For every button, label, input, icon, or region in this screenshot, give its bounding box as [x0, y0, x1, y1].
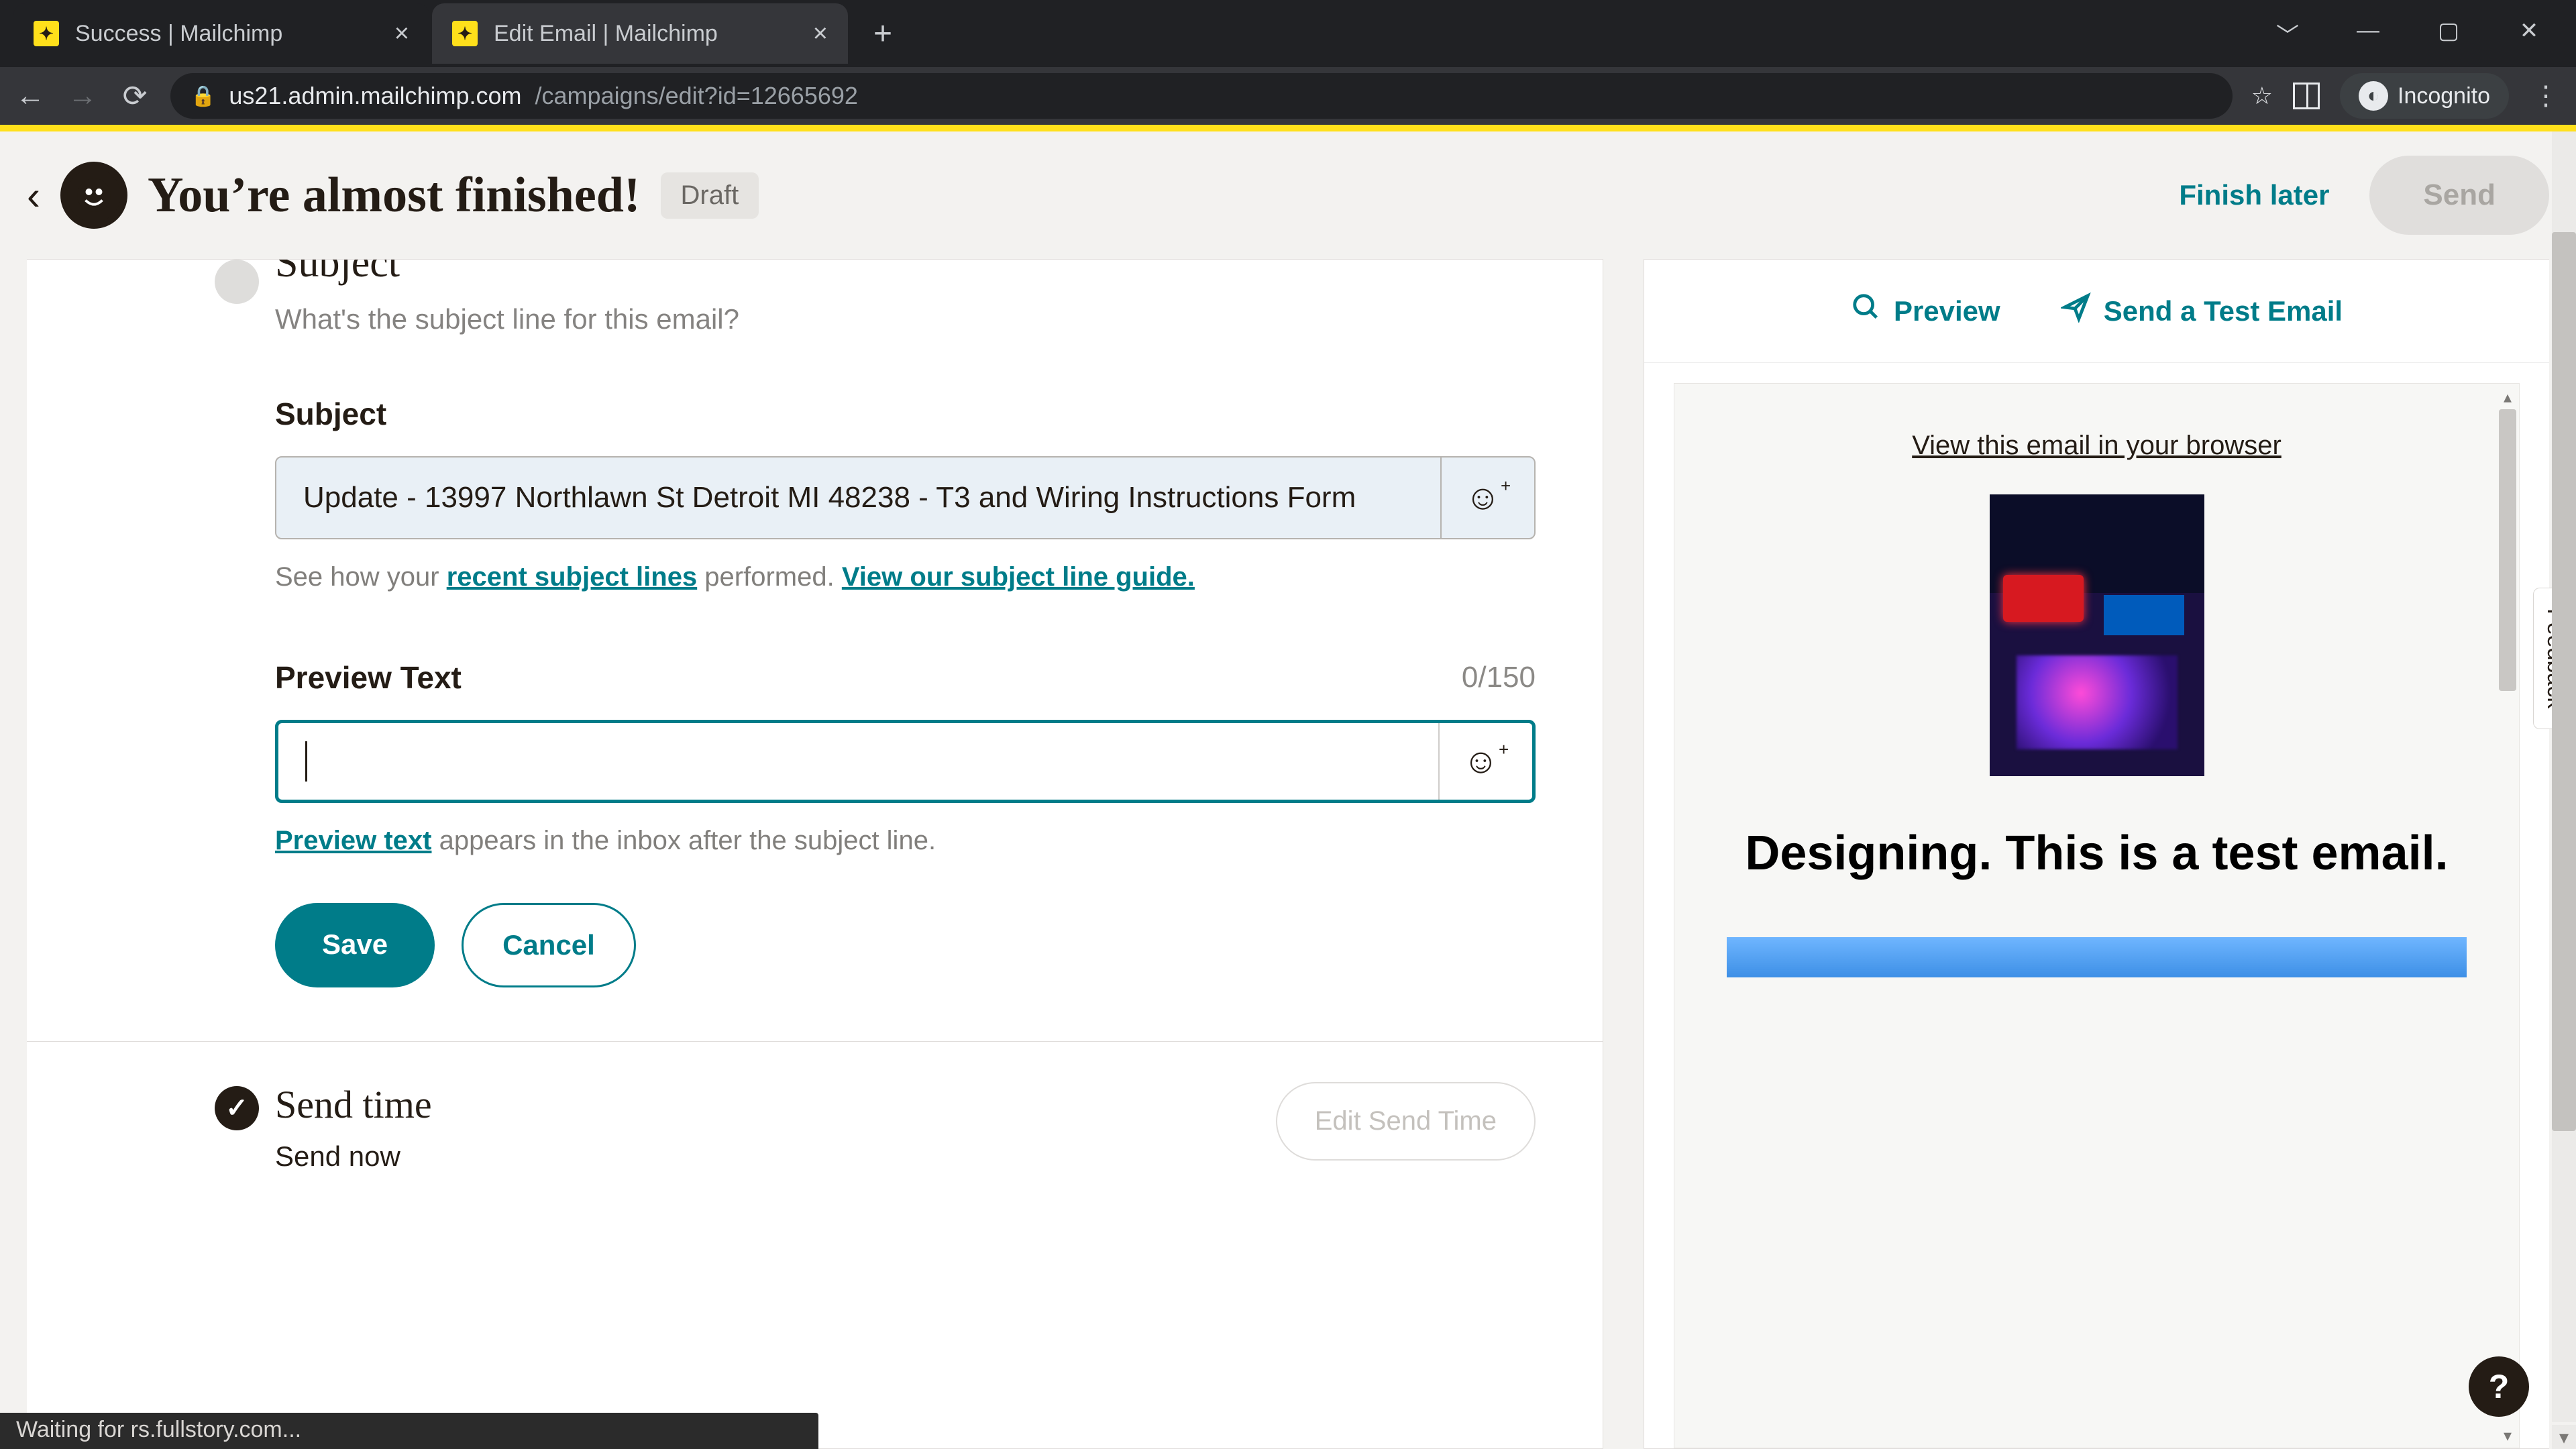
preview-text-counter: 0/150 — [1462, 661, 1536, 694]
preview-text-input-group: ☺︎+ — [275, 720, 1536, 803]
email-headline: Designing. This is a test email. — [1745, 823, 2448, 883]
save-button[interactable]: Save — [275, 903, 435, 987]
tab-title: Success | Mailchimp — [75, 21, 282, 47]
subject-line-guide-link[interactable]: View our subject line guide. — [842, 562, 1195, 592]
check-circle-icon: ✓ — [215, 1086, 259, 1130]
monkey-icon — [74, 175, 114, 215]
back-icon[interactable]: ← — [13, 79, 47, 113]
preview-text-label: Preview Text — [275, 659, 462, 696]
maximize-icon[interactable]: ▢ — [2428, 17, 2469, 50]
status-badge: Draft — [661, 172, 759, 219]
url-host: us21.admin.mailchimp.com — [229, 82, 521, 110]
subject-help: See how your recent subject lines perfor… — [275, 562, 1536, 592]
preview-text-input[interactable] — [278, 723, 1438, 800]
section-heading-subject: Subject — [275, 259, 1536, 287]
page-title: You’re almost finished! — [148, 167, 641, 224]
email-preview-frame[interactable]: ▴ ▾ View this email in your browser Desi… — [1674, 383, 2520, 1448]
mailchimp-logo[interactable] — [60, 162, 127, 229]
minimize-icon[interactable]: — — [2348, 17, 2388, 50]
email-hero-image — [1990, 494, 2204, 776]
paper-plane-icon — [2061, 292, 2092, 330]
section-heading-sendtime: Send time — [275, 1082, 432, 1127]
reload-icon[interactable]: ⟳ — [118, 79, 152, 113]
menu-icon[interactable]: ⋮ — [2529, 80, 2563, 111]
section-status-icon — [215, 260, 259, 304]
divider — [27, 1041, 1603, 1042]
subject-card: Subject What's the subject line for this… — [27, 259, 1603, 1449]
scroll-up-icon[interactable]: ▴ — [2499, 388, 2516, 405]
preview-panel: Preview Send a Test Email ▴ ▾ View this … — [1644, 259, 2549, 1449]
section-subheading: What's the subject line for this email? — [275, 303, 1536, 335]
subject-label: Subject — [275, 396, 1536, 432]
preview-scrollbar-thumb[interactable] — [2499, 409, 2516, 691]
browser-status-bar: Waiting for rs.fullstory.com... — [0, 1413, 818, 1449]
page-scrollbar-thumb[interactable] — [2552, 232, 2576, 1131]
chevron-down-icon[interactable]: ﹀ — [2267, 17, 2308, 50]
emoji-picker-button[interactable]: ☺︎+ — [1440, 458, 1534, 538]
preview-label: Preview — [1894, 295, 2000, 327]
help-fab[interactable]: ? — [2469, 1356, 2529, 1417]
lock-icon: 🔒 — [191, 85, 215, 108]
sendtime-value: Send now — [275, 1140, 432, 1173]
scroll-down-icon[interactable]: ▾ — [2552, 1425, 2576, 1449]
recent-subject-lines-link[interactable]: recent subject lines — [447, 562, 697, 592]
incognito-badge[interactable]: ◐ Incognito — [2340, 73, 2509, 119]
window-controls: ﹀ — ▢ ✕ — [2267, 17, 2563, 50]
incognito-label: Incognito — [2398, 83, 2490, 109]
subject-input-group: Update - 13997 Northlawn St Detroit MI 4… — [275, 456, 1536, 539]
send-button[interactable]: Send — [2369, 156, 2549, 235]
back-button[interactable]: ‹ — [27, 172, 40, 219]
mailchimp-favicon: ✦ — [34, 21, 59, 46]
sidepanel-icon[interactable] — [2293, 83, 2320, 109]
address-bar[interactable]: 🔒 us21.admin.mailchimp.com/campaigns/edi… — [170, 73, 2233, 119]
incognito-icon: ◐ — [2359, 81, 2388, 111]
forward-icon[interactable]: → — [66, 79, 99, 113]
close-icon[interactable]: × — [813, 19, 828, 48]
app-root: ‹ You’re almost finished! Draft Finish l… — [0, 125, 2576, 1449]
browser-tab-success[interactable]: ✦ Success | Mailchimp × — [13, 3, 429, 64]
app-header: ‹ You’re almost finished! Draft Finish l… — [0, 131, 2576, 259]
text-caret — [305, 741, 307, 782]
browser-tab-edit-email[interactable]: ✦ Edit Email | Mailchimp × — [432, 3, 848, 64]
help-text: performed. — [697, 562, 842, 592]
new-tab-button[interactable]: + — [863, 15, 903, 52]
brand-stripe — [0, 125, 2576, 131]
browser-toolbar: ← → ⟳ 🔒 us21.admin.mailchimp.com/campaig… — [0, 67, 2576, 125]
preview-button[interactable]: Preview — [1851, 292, 2000, 330]
email-banner-image — [1727, 937, 2467, 977]
search-icon — [1851, 292, 1882, 330]
browser-tabbar: ✦ Success | Mailchimp × ✦ Edit Email | M… — [0, 0, 2576, 67]
cancel-button[interactable]: Cancel — [462, 903, 636, 987]
send-test-label: Send a Test Email — [2104, 295, 2343, 327]
close-icon[interactable]: × — [394, 19, 409, 48]
view-in-browser-link[interactable]: View this email in your browser — [1912, 431, 2282, 461]
preview-text-help-link[interactable]: Preview text — [275, 826, 431, 855]
finish-later-link[interactable]: Finish later — [2179, 179, 2329, 211]
help-text: appears in the inbox after the subject l… — [431, 826, 936, 855]
scroll-down-icon[interactable]: ▾ — [2499, 1426, 2516, 1444]
bookmark-icon[interactable]: ☆ — [2251, 82, 2273, 110]
subject-input[interactable]: Update - 13997 Northlawn St Detroit MI 4… — [276, 458, 1440, 538]
preview-text-help: Preview text appears in the inbox after … — [275, 826, 1536, 856]
tab-title: Edit Email | Mailchimp — [494, 21, 718, 47]
help-text: See how your — [275, 562, 447, 592]
edit-send-time-button[interactable]: Edit Send Time — [1276, 1082, 1536, 1161]
mailchimp-favicon: ✦ — [452, 21, 478, 46]
url-path: /campaigns/edit?id=12665692 — [535, 82, 858, 110]
close-window-icon[interactable]: ✕ — [2509, 17, 2549, 50]
emoji-picker-button[interactable]: ☺︎+ — [1438, 723, 1532, 800]
send-test-email-button[interactable]: Send a Test Email — [2061, 292, 2343, 330]
